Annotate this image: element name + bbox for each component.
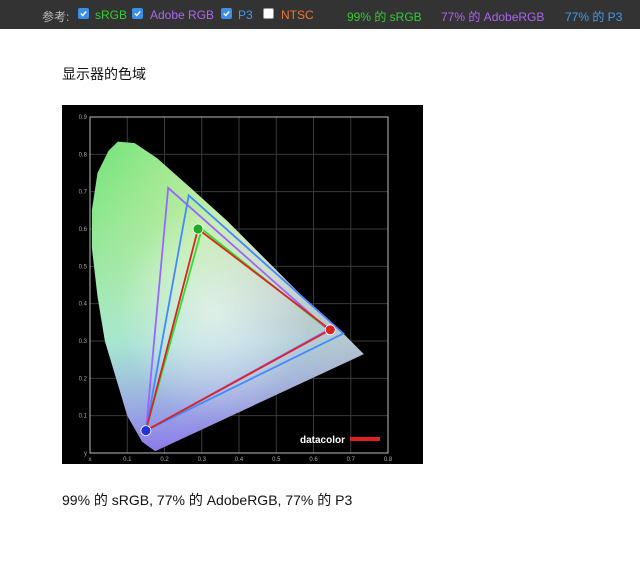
primary-marker-red [324,324,336,336]
reference-toolbar: 参考: sRGB Adobe RGB P3 NTSC 99% 的 sRGB 77… [0,0,640,29]
section-heading: 显示器的色域 [62,66,146,82]
adobergb-coverage-stat: 77% 的 AdobeRGB [441,10,545,24]
y-tick-label: 0.2 [79,376,88,382]
datacolor-logo: datacolor [300,435,380,446]
check-icon [80,11,87,17]
x-tick-label: 0.3 [198,457,207,463]
y-tick-label: 0.1 [79,414,88,420]
datacolor-wordmark: datacolor [300,435,345,446]
spectral-locus-white [91,141,364,452]
primary-marker-green [192,223,204,235]
srgb-checkbox[interactable] [78,8,89,19]
adobe-rgb-option-label[interactable]: Adobe RGB [150,8,214,22]
gamut-chart-svg: x 0.1 0.2 0.3 0.4 0.5 0.6 0.7 0.8 y 0.1 0.2 0.3 0.4 0.… [79,115,393,463]
p3-checkbox[interactable] [221,8,232,19]
check-icon [223,11,230,17]
coverage-caption: 99% 的 sRGB, 77% 的 AdobeRGB, 77% 的 P3 [62,492,353,508]
ntsc-option-label[interactable]: NTSC [281,8,314,22]
reference-label: 参考: [42,10,70,24]
x-tick-label: 0.2 [160,457,169,463]
x-tick-label: 0.8 [384,457,393,463]
datacolor-bar [350,437,380,441]
primary-marker-blue [140,425,152,437]
y-tick-label: y [84,451,87,457]
x-tick-label: 0.6 [309,457,318,463]
y-tick-label: 0.9 [79,115,88,121]
y-tick-label: 0.3 [79,339,88,345]
y-tick-label: 0.5 [79,264,88,270]
p3-option-label[interactable]: P3 [238,8,253,22]
adobe-rgb-checkbox[interactable] [132,8,143,19]
y-tick-label: 0.4 [79,302,88,308]
y-tick-label: 0.7 [79,190,88,196]
x-tick-label: 0.5 [272,457,281,463]
ntsc-checkbox[interactable] [263,8,274,19]
x-tick-label: 0.4 [235,457,244,463]
y-tick-label: 0.8 [79,152,88,158]
x-tick-label: 0.1 [123,457,132,463]
x-tick-label: 0.7 [347,457,356,463]
check-icon [134,11,141,17]
p3-coverage-stat: 77% 的 P3 [565,10,623,24]
y-tick-label: 0.6 [79,227,88,233]
srgb-coverage-stat: 99% 的 sRGB [347,10,422,24]
srgb-option-label[interactable]: sRGB [95,8,127,22]
gamut-chart: x 0.1 0.2 0.3 0.4 0.5 0.6 0.7 0.8 y 0.1 0.2 0.3 0.4 0.… [62,105,423,464]
x-tick-label: x [89,457,92,463]
